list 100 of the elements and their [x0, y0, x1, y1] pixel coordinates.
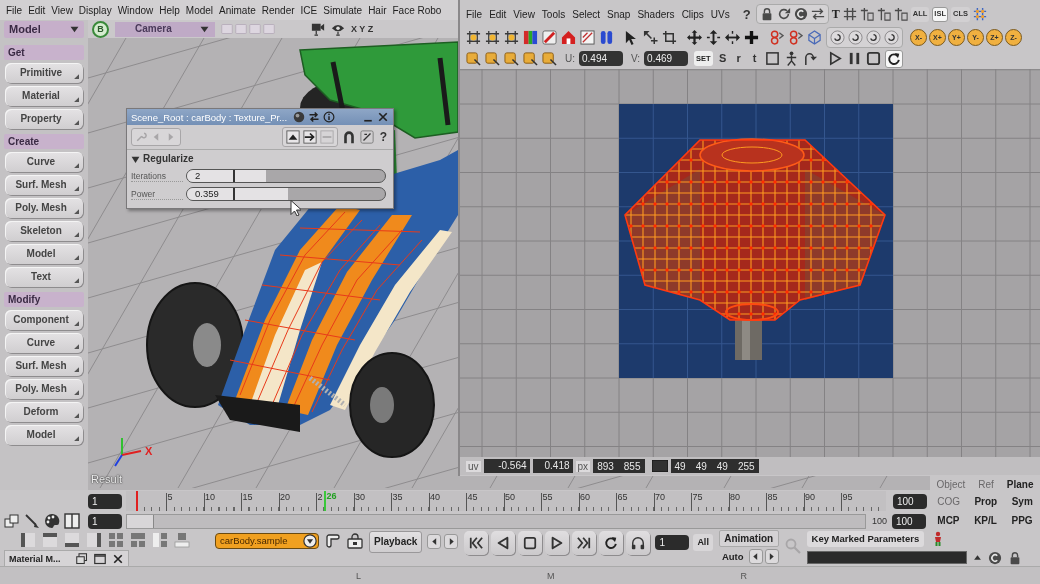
curved-arrow-icon[interactable] — [802, 51, 818, 66]
menu-item[interactable]: Simulate — [323, 4, 363, 16]
horizontal-arrows-icon[interactable] — [725, 29, 740, 45]
play-button[interactable] — [545, 531, 570, 555]
play-icon[interactable] — [827, 51, 843, 66]
view-letter-badge[interactable]: B — [92, 20, 109, 38]
tool-button[interactable]: Surf. Mesh — [5, 356, 83, 376]
objects-icon[interactable] — [4, 513, 20, 529]
menu-item[interactable]: Edit — [489, 8, 507, 20]
square-magnifier-icon[interactable] — [542, 51, 557, 66]
slider-fill[interactable] — [187, 188, 288, 200]
circle-arc-icon[interactable] — [793, 7, 808, 21]
square-magnifier-icon[interactable] — [485, 51, 500, 66]
grid-frame-icon[interactable] — [842, 7, 857, 21]
panel-tab[interactable]: Plane — [1003, 477, 1037, 492]
loop-button[interactable] — [599, 531, 624, 555]
range-handle[interactable] — [127, 514, 154, 528]
panel-button[interactable]: Prop — [971, 494, 1001, 509]
corner-frame-icon[interactable] — [662, 29, 677, 45]
camera-icon[interactable] — [311, 22, 325, 36]
slash-box-icon[interactable] — [542, 29, 557, 45]
layout-icon[interactable] — [130, 532, 146, 548]
info-icon[interactable] — [323, 111, 336, 123]
transform-button[interactable]: S — [716, 53, 729, 64]
snap-grid-icon[interactable] — [504, 29, 519, 45]
start-frame-field[interactable]: 1 — [88, 493, 122, 509]
panel-button[interactable]: KP/L — [971, 513, 1000, 528]
lock-box-icon[interactable] — [347, 533, 363, 549]
tool-button[interactable]: Skeleton — [5, 221, 83, 241]
brush-icon[interactable] — [24, 513, 40, 529]
toggle-icon[interactable] — [263, 23, 275, 35]
menu-item[interactable]: Render — [261, 4, 295, 16]
crossbar-icon[interactable] — [893, 7, 908, 21]
square-magnifier-icon[interactable] — [466, 51, 481, 66]
square-magnifier-icon[interactable] — [504, 51, 519, 66]
tool-button[interactable]: Deform — [5, 402, 83, 422]
play-backward-button[interactable] — [491, 531, 516, 555]
plus-icon[interactable] — [744, 29, 759, 45]
close-icon[interactable] — [377, 111, 389, 123]
all-button[interactable]: All — [693, 534, 713, 551]
text-tool-button[interactable]: T — [831, 8, 840, 20]
mode-dropdown[interactable]: Model — [4, 21, 84, 38]
snap-grid-icon[interactable] — [466, 29, 481, 45]
panel-button[interactable]: Sym — [1008, 494, 1036, 509]
auto-key-button[interactable]: Auto — [718, 549, 747, 564]
layout-icon[interactable] — [42, 532, 58, 548]
slider-track[interactable]: 0.359 — [186, 187, 386, 201]
circle-arc-icon[interactable] — [987, 550, 1002, 565]
docked-tab[interactable]: Material M... — [4, 550, 129, 566]
menu-item[interactable]: Edit — [28, 4, 46, 16]
animation-button[interactable]: Animation — [718, 530, 779, 547]
close-icon[interactable] — [112, 552, 124, 565]
tool-button[interactable]: Poly. Mesh — [5, 198, 83, 218]
magnet-icon[interactable] — [341, 130, 356, 144]
transform-button[interactable]: t — [748, 53, 761, 64]
tool-button[interactable]: Property — [5, 109, 83, 129]
sphere-icon[interactable] — [293, 111, 306, 123]
menu-item[interactable]: UVs — [710, 8, 730, 20]
snap-grid-icon[interactable] — [485, 29, 500, 45]
last-frame-button[interactable] — [572, 531, 597, 555]
section-toggle[interactable]: Regularize — [127, 149, 393, 167]
right-arrow-icon[interactable] — [302, 130, 317, 144]
playback-menu-button[interactable]: Playback — [369, 531, 423, 553]
menu-item[interactable]: View — [51, 4, 73, 16]
transform-button[interactable]: r — [732, 53, 745, 64]
layout-icon[interactable] — [64, 532, 80, 548]
double-bar-icon[interactable] — [599, 29, 614, 45]
panel-button[interactable]: PPG — [1008, 513, 1036, 528]
menu-item[interactable]: Face Robo — [392, 4, 442, 16]
loop-icon[interactable] — [604, 536, 619, 550]
crossbar-icon[interactable] — [859, 7, 874, 21]
uv-mesh-drawing[interactable] — [624, 138, 886, 360]
tab-title[interactable]: Material M... — [9, 553, 61, 564]
wire-cube-icon[interactable] — [807, 29, 822, 45]
command-field[interactable] — [806, 551, 967, 564]
toggle-icon[interactable] — [235, 23, 247, 35]
layout-icon[interactable] — [86, 532, 102, 548]
swap-arrows-icon[interactable] — [308, 111, 321, 123]
link-icon[interactable] — [359, 130, 374, 144]
layout-icon[interactable] — [174, 532, 190, 548]
tool-button[interactable]: Component — [5, 310, 83, 330]
range-slider[interactable] — [126, 513, 866, 529]
v-input[interactable]: 0.469 — [644, 51, 689, 66]
number-field[interactable]: 0.359 — [187, 188, 235, 200]
menu-item[interactable]: Display — [78, 4, 112, 16]
slider-track[interactable]: 2 — [186, 169, 386, 183]
bent-pipe-icon[interactable] — [325, 533, 341, 549]
stop-icon[interactable] — [865, 51, 881, 66]
clip-dropdown[interactable]: carBody.sample — [215, 533, 319, 549]
stop-icon[interactable] — [523, 536, 538, 550]
hatched-box-icon[interactable] — [580, 29, 595, 45]
caret-down-icon[interactable] — [200, 24, 209, 34]
help-button[interactable]: ? — [377, 131, 389, 143]
menu-item[interactable]: ICE — [300, 4, 318, 16]
tool-button[interactable]: Surf. Mesh — [5, 175, 83, 195]
maximize-icon[interactable] — [94, 552, 106, 565]
menu-item[interactable]: Shaders — [637, 8, 675, 20]
menu-item[interactable]: View — [513, 8, 535, 20]
tool-button[interactable]: Text — [5, 267, 83, 287]
key-marked-parameters-button[interactable]: Key Marked Parameters — [806, 530, 925, 547]
